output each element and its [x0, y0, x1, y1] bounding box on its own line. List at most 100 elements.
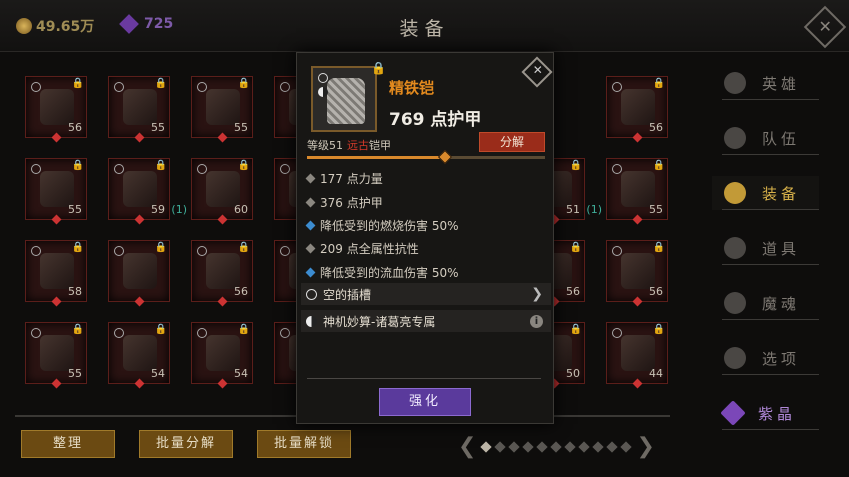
- socket-ring-icon: [31, 246, 41, 256]
- stat-bullet-icon: [305, 220, 316, 231]
- rarity-diamond-icon: [217, 214, 228, 225]
- item-art-icon: [206, 171, 240, 207]
- heroes-icon: [724, 72, 746, 94]
- yin-yang-icon: [306, 315, 317, 327]
- rarity-diamond-icon: [217, 132, 228, 143]
- gear-icon: [724, 347, 746, 369]
- item-name: 精铁铠: [389, 79, 435, 97]
- lock-icon: 🔒: [652, 160, 665, 171]
- inventory-slot[interactable]: 🔒 55: [25, 158, 87, 225]
- inventory-slot[interactable]: 🔒 55: [191, 76, 253, 143]
- nav-heroes[interactable]: 英雄: [712, 66, 819, 100]
- item-level: 58: [68, 285, 82, 298]
- empty-socket-row[interactable]: 空的插槽 ❯: [301, 283, 551, 305]
- page-dot[interactable]: [606, 440, 619, 453]
- nav-label: 道具: [762, 239, 801, 258]
- inventory-slot[interactable]: 🔒 54: [191, 322, 253, 389]
- stat-text: 177 点力量: [320, 172, 383, 186]
- item-level: 60: [234, 203, 248, 216]
- page-dot[interactable]: [620, 440, 633, 453]
- inventory-slot[interactable]: 🔒 55: [25, 322, 87, 389]
- inventory-slot[interactable]: 🔒 59 (1): [108, 158, 187, 225]
- nav-options[interactable]: 选项: [712, 341, 819, 375]
- lock-icon: 🔒: [71, 242, 84, 253]
- info-icon[interactable]: i: [530, 314, 543, 328]
- item-level: 55: [68, 367, 82, 380]
- page-dot[interactable]: [536, 440, 549, 453]
- nav-label: 装备: [762, 184, 801, 203]
- inventory-slot[interactable]: 🔒 58: [25, 240, 87, 307]
- lock-icon[interactable]: 🔒: [371, 61, 386, 75]
- rarity-diamond-icon: [217, 378, 228, 389]
- item-level: 59: [151, 203, 165, 216]
- chainmail-armor-icon: [327, 78, 365, 124]
- lock-icon: 🔒: [569, 324, 582, 335]
- socket-ring-icon: [114, 328, 124, 338]
- inventory-slot[interactable]: 🔒: [108, 240, 170, 307]
- close-popup-button[interactable]: ✕: [521, 56, 553, 88]
- amethyst-icon: [720, 400, 746, 426]
- lock-icon: 🔒: [154, 78, 167, 89]
- set-label: 神机妙算-诸葛亮专属: [323, 314, 436, 329]
- inventory-slot[interactable]: 🔒 55: [108, 76, 170, 143]
- nav-souls[interactable]: 魔魂: [712, 286, 819, 320]
- socket-ring-icon: [114, 164, 124, 174]
- stat-text: 376 点护甲: [320, 196, 383, 210]
- page-dot[interactable]: [480, 440, 493, 453]
- item-progress-bar: [307, 149, 545, 165]
- batch-decompose-button[interactable]: 批量分解: [139, 430, 233, 458]
- socket-ring-icon: [31, 328, 41, 338]
- lock-icon: 🔒: [569, 242, 582, 253]
- socket-ring-icon: [280, 246, 290, 256]
- inventory-slot[interactable]: 🔒 60: [191, 158, 253, 225]
- item-art-icon: [621, 171, 655, 207]
- chevron-right-icon[interactable]: ❯: [531, 286, 543, 302]
- nav-amethyst[interactable]: 紫晶: [712, 396, 819, 430]
- item-art-icon: [621, 253, 655, 289]
- page-dot[interactable]: [578, 440, 591, 453]
- lock-icon: 🔒: [237, 78, 250, 89]
- nav-team[interactable]: 队伍: [712, 121, 819, 155]
- inventory-slot[interactable]: 🔒 56: [606, 76, 668, 143]
- nav-divider: [722, 264, 819, 265]
- page-dot[interactable]: [592, 440, 605, 453]
- nav-label: 英雄: [762, 74, 801, 93]
- item-level: 56: [566, 285, 580, 298]
- lock-icon: 🔒: [71, 78, 84, 89]
- inventory-slot[interactable]: 🔒 56: [25, 76, 87, 143]
- item-level: 54: [151, 367, 165, 380]
- stat-bullet-icon: [305, 243, 316, 254]
- item-level: 56: [234, 285, 248, 298]
- item-upgrade-count: (1): [586, 203, 602, 216]
- inventory-slot[interactable]: 🔒 55: [606, 158, 668, 225]
- socket-ring-icon: [612, 82, 622, 92]
- close-screen-button[interactable]: ✕: [803, 5, 847, 49]
- batch-unlock-button[interactable]: 批量解锁: [257, 430, 351, 458]
- decompose-button[interactable]: 分解: [479, 132, 545, 152]
- inventory-slot[interactable]: 🔒 56: [606, 240, 668, 307]
- item-level: 55: [151, 121, 165, 134]
- stat-text: 209 点全属性抗性: [320, 242, 419, 256]
- page-dot[interactable]: [550, 440, 563, 453]
- item-level: 56: [649, 121, 663, 134]
- page-dot[interactable]: [508, 440, 521, 453]
- inventory-slot[interactable]: 🔒 44: [606, 322, 668, 389]
- page-left-arrow-icon[interactable]: ❮: [458, 434, 476, 459]
- inventory-slot[interactable]: 🔒 56: [191, 240, 253, 307]
- nav-equipment[interactable]: 装备: [712, 176, 819, 210]
- socket-ring-icon: [280, 82, 290, 92]
- item-art-icon: [40, 253, 74, 289]
- page-dot[interactable]: [522, 440, 535, 453]
- sort-button[interactable]: 整理: [21, 430, 115, 458]
- enhance-button[interactable]: 强化: [379, 388, 471, 416]
- page-dot[interactable]: [564, 440, 577, 453]
- lock-icon: 🔒: [237, 324, 250, 335]
- item-art-icon: [40, 171, 74, 207]
- top-bar: 49.65万 725 装备 ✕: [0, 0, 849, 52]
- nav-items[interactable]: 道具: [712, 231, 819, 265]
- page-right-arrow-icon[interactable]: ❯: [636, 434, 654, 459]
- socket-ring-icon: [197, 82, 207, 92]
- inventory-slot[interactable]: 🔒 54: [108, 322, 170, 389]
- rarity-diamond-icon: [51, 296, 62, 307]
- page-dot[interactable]: [494, 440, 507, 453]
